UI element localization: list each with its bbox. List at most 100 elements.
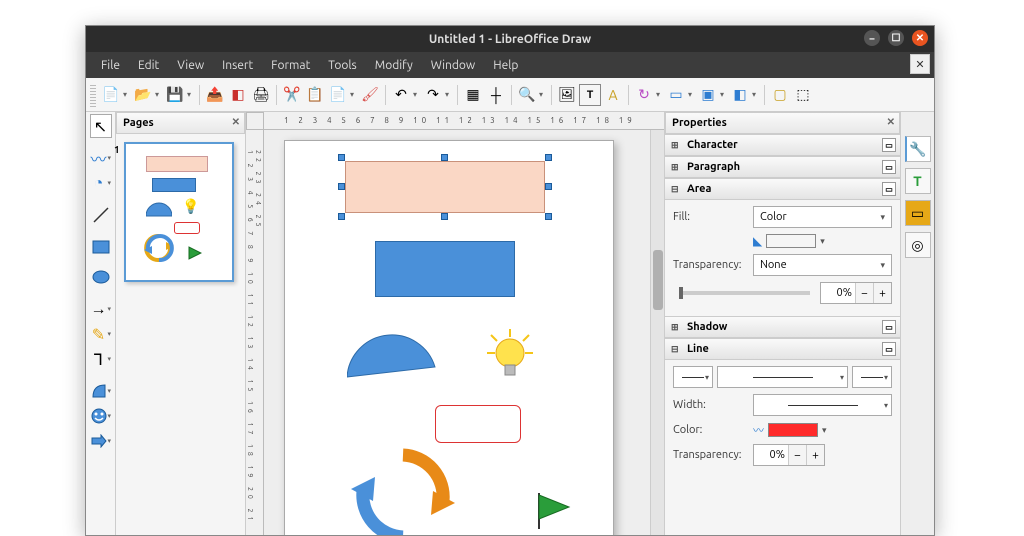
copy-button[interactable]: 📋 bbox=[304, 84, 326, 106]
line-color-dropdown[interactable]: ▾ bbox=[108, 154, 114, 162]
line-tool[interactable] bbox=[90, 203, 112, 227]
clone-formatting-button[interactable]: 🖌 bbox=[359, 84, 381, 106]
transparency-slider[interactable] bbox=[679, 291, 810, 295]
tab-gallery[interactable]: ▭ bbox=[905, 200, 931, 226]
tab-navigator[interactable]: ◎ bbox=[905, 232, 931, 258]
vertical-scrollbar[interactable] bbox=[650, 130, 664, 535]
connector-dropdown[interactable]: ▾ bbox=[108, 355, 114, 363]
shadow-more-button[interactable]: ▭ bbox=[882, 320, 896, 334]
shape-rectangle-blue[interactable] bbox=[375, 241, 515, 297]
distribute-dropdown[interactable]: ▾ bbox=[752, 90, 760, 99]
menu-window[interactable]: Window bbox=[422, 55, 484, 76]
connector-tool[interactable]: ⅂ bbox=[88, 347, 110, 371]
horizontal-ruler[interactable]: 1 2 3 4 5 6 7 8 9 10 11 12 13 14 15 16 1… bbox=[264, 112, 664, 130]
tab-properties[interactable]: 🔧 bbox=[905, 136, 931, 162]
open-dropdown[interactable]: ▾ bbox=[155, 90, 163, 99]
section-paragraph[interactable]: ⊞ Paragraph ▭ bbox=[665, 156, 900, 178]
selection-handles[interactable] bbox=[342, 158, 548, 216]
line-style-select[interactable]: ▾ bbox=[717, 366, 848, 388]
insert-image-button[interactable]: 🖼 bbox=[556, 84, 578, 106]
menu-modify[interactable]: Modify bbox=[366, 55, 422, 76]
symbol-shapes-dropdown[interactable]: ▾ bbox=[108, 412, 114, 420]
menu-file[interactable]: File bbox=[92, 55, 129, 76]
close-button[interactable]: ✕ bbox=[912, 30, 928, 46]
symbol-shapes-tool[interactable] bbox=[88, 404, 110, 428]
menu-edit[interactable]: Edit bbox=[129, 55, 168, 76]
new-dropdown[interactable]: ▾ bbox=[123, 90, 131, 99]
character-more-button[interactable]: ▭ bbox=[882, 138, 896, 152]
arrow-start-select[interactable]: ▾ bbox=[673, 366, 713, 388]
paragraph-more-button[interactable]: ▭ bbox=[882, 160, 896, 174]
section-line[interactable]: ⊟ Line ▭ bbox=[665, 338, 900, 360]
curve-dropdown[interactable]: ▾ bbox=[108, 330, 114, 338]
page-thumbnail-1[interactable]: 1 💡 bbox=[124, 142, 234, 282]
select-tool[interactable]: ↖ bbox=[90, 114, 112, 138]
redo-button[interactable]: ↷ bbox=[422, 84, 444, 106]
fill-type-select[interactable]: Color ▾ bbox=[753, 206, 892, 228]
undo-button[interactable]: ↶ bbox=[390, 84, 412, 106]
shape-rounded-rect[interactable] bbox=[435, 405, 521, 443]
line-color-tool[interactable]: 〰 bbox=[88, 146, 110, 170]
shadow-toolbar-button[interactable]: ▢ bbox=[769, 84, 791, 106]
arrow-tool[interactable]: → bbox=[88, 297, 110, 321]
print-button[interactable]: 🖨 bbox=[250, 84, 272, 106]
distribute-button[interactable]: ◧ bbox=[729, 84, 751, 106]
undo-dropdown[interactable]: ▾ bbox=[413, 90, 421, 99]
menu-view[interactable]: View bbox=[168, 55, 213, 76]
spinner-decrease[interactable]: − bbox=[788, 445, 806, 465]
maximize-button[interactable]: ☐ bbox=[888, 30, 904, 46]
line-more-button[interactable]: ▭ bbox=[882, 342, 896, 356]
line-width-select[interactable]: ▾ bbox=[753, 394, 892, 416]
section-shadow[interactable]: ⊞ Shadow ▭ bbox=[665, 316, 900, 338]
area-more-button[interactable]: ▭ bbox=[882, 182, 896, 196]
redo-dropdown[interactable]: ▾ bbox=[445, 90, 453, 99]
transparency-spinner[interactable]: − + bbox=[820, 282, 892, 304]
open-button[interactable]: 📂 bbox=[132, 84, 154, 106]
paste-dropdown[interactable]: ▾ bbox=[350, 90, 358, 99]
ellipse-tool[interactable] bbox=[90, 265, 112, 289]
fill-color-tool[interactable]: ◔ bbox=[88, 171, 110, 195]
arrange-dropdown[interactable]: ▾ bbox=[720, 90, 728, 99]
basic-shapes-tool[interactable] bbox=[88, 379, 110, 403]
export-pdf-button[interactable]: ◧ bbox=[227, 84, 249, 106]
curve-tool[interactable]: ✎ bbox=[88, 322, 110, 346]
rectangle-tool[interactable] bbox=[90, 235, 112, 259]
menu-help[interactable]: Help bbox=[484, 55, 527, 76]
properties-close[interactable]: ✕ bbox=[887, 116, 895, 128]
fill-color-swatch[interactable] bbox=[766, 234, 816, 248]
tab-styles[interactable]: T bbox=[905, 168, 931, 194]
block-arrows-dropdown[interactable]: ▾ bbox=[108, 437, 114, 445]
grid-button[interactable]: ▦ bbox=[462, 84, 484, 106]
document-close-button[interactable]: ✕ bbox=[910, 54, 930, 74]
minimize-button[interactable]: – bbox=[864, 30, 880, 46]
arrow-dropdown[interactable]: ▾ bbox=[108, 305, 114, 313]
line-color-swatch[interactable] bbox=[768, 423, 818, 437]
shape-circular-arrows[interactable] bbox=[343, 441, 463, 535]
export-button[interactable]: 📤 bbox=[204, 84, 226, 106]
transparency-type-select[interactable]: None ▾ bbox=[753, 254, 892, 276]
zoom-dropdown[interactable]: ▾ bbox=[539, 90, 547, 99]
fontwork-button[interactable]: A bbox=[602, 84, 624, 106]
fill-color-dropdown[interactable]: ▾ bbox=[820, 236, 825, 247]
crop-button[interactable]: ⬚ bbox=[792, 84, 814, 106]
insert-textbox-button[interactable]: T bbox=[579, 84, 601, 106]
drawing-page[interactable] bbox=[284, 140, 614, 535]
spinner-decrease[interactable]: − bbox=[855, 283, 873, 303]
shape-rectangle-selected[interactable] bbox=[345, 161, 545, 213]
block-arrows-tool[interactable] bbox=[88, 429, 110, 453]
vertical-ruler[interactable]: 1 2 3 4 5 6 7 8 9 10 11 12 13 14 15 16 1… bbox=[246, 130, 264, 535]
align-dropdown[interactable]: ▾ bbox=[688, 90, 696, 99]
save-button[interactable]: 💾 bbox=[164, 84, 186, 106]
menu-format[interactable]: Format bbox=[262, 55, 319, 76]
arrow-end-select[interactable]: ▾ bbox=[852, 366, 892, 388]
cut-button[interactable]: ✂️ bbox=[281, 84, 303, 106]
line-color-dropdown[interactable]: ▾ bbox=[822, 425, 827, 436]
rotate-button[interactable]: ↻ bbox=[633, 84, 655, 106]
pages-panel-close[interactable]: ✕ bbox=[232, 116, 240, 128]
zoom-button[interactable]: 🔍 bbox=[516, 84, 538, 106]
toolbar-grip[interactable] bbox=[90, 83, 96, 107]
section-character[interactable]: ⊞ Character ▭ bbox=[665, 134, 900, 156]
spinner-increase[interactable]: + bbox=[873, 283, 891, 303]
spinner-increase[interactable]: + bbox=[806, 445, 824, 465]
section-area[interactable]: ⊟ Area ▭ bbox=[665, 178, 900, 200]
